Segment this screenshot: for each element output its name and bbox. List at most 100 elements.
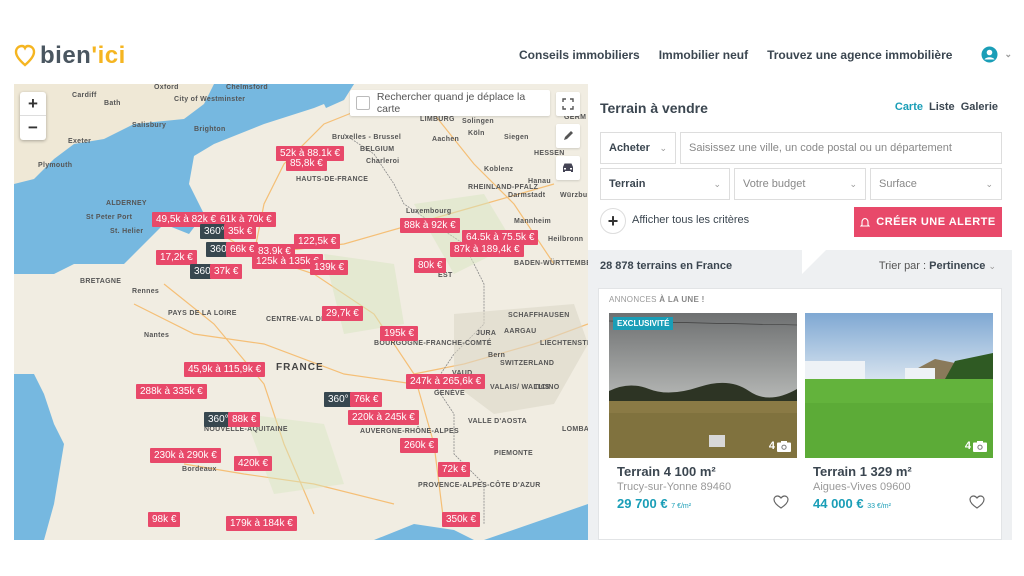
listing-title[interactable]: Terrain 1 329 m²: [813, 464, 993, 479]
listing-title[interactable]: Terrain 4 100 m²: [617, 464, 797, 479]
surface-select[interactable]: Surface ⌄: [870, 168, 1002, 200]
search-on-move-checkbox[interactable]: [356, 96, 370, 110]
price-marker[interactable]: 220k à 245k €: [348, 410, 419, 425]
header: bien'ici Conseils immobiliers Immobilier…: [0, 0, 1024, 84]
listing-photo[interactable]: 4: [805, 313, 993, 458]
price-marker[interactable]: 350k €: [442, 512, 481, 527]
heart-pin-icon: [14, 44, 36, 67]
more-criteria-link[interactable]: Afficher tous les critères: [632, 214, 749, 226]
price-marker[interactable]: 288k à 335k €: [136, 384, 207, 399]
fullscreen-button[interactable]: [556, 92, 580, 116]
create-alert-label: CRÉER UNE ALERTE: [876, 216, 996, 228]
property-type-value: Terrain: [609, 178, 646, 190]
notch-decoration: [802, 250, 826, 274]
place-label: Würzburg: [560, 192, 588, 199]
price-marker[interactable]: 230k à 290k €: [150, 448, 221, 463]
car-icon: [563, 163, 573, 172]
location-placeholder: Saisissez une ville, un code postal ou u…: [689, 142, 952, 154]
price-marker[interactable]: 29,7k €: [322, 306, 363, 321]
price-marker[interactable]: 420k €: [234, 456, 273, 471]
user-menu[interactable]: ⌄: [981, 46, 1012, 63]
view-galerie[interactable]: Galerie: [961, 101, 998, 113]
budget-select[interactable]: Votre budget ⌄: [734, 168, 866, 200]
draw-button[interactable]: [556, 124, 580, 148]
search-on-move-label: Rechercher quand je déplace la carte: [376, 91, 526, 115]
place-label: Charleroi: [366, 158, 400, 165]
sort-select[interactable]: Trier par : Pertinence ⌄: [879, 260, 996, 272]
favorite-heart-icon[interactable]: [969, 495, 985, 509]
price-marker[interactable]: 87k à 189,4k €: [450, 242, 524, 257]
price-marker[interactable]: 37k €: [210, 264, 243, 279]
favorite-heart-icon[interactable]: [773, 495, 789, 509]
search-on-move-toggle[interactable]: Rechercher quand je déplace la carte: [350, 90, 550, 116]
place-label: Siegen: [504, 134, 529, 141]
sort-label: Trier par :: [878, 260, 927, 272]
more-criteria-button[interactable]: +: [600, 208, 626, 234]
view-liste[interactable]: Liste: [929, 101, 955, 113]
price-marker[interactable]: 179k à 184k €: [226, 516, 297, 531]
place-label: BADEN-WÜRTTEMBERG: [514, 260, 588, 267]
price-marker[interactable]: 247k à 265,6k €: [406, 374, 486, 389]
view-switcher: Carte Liste Galerie: [895, 101, 998, 113]
transaction-value: Acheter: [609, 142, 650, 154]
nav-conseils[interactable]: Conseils immobiliers: [519, 48, 640, 62]
price-marker[interactable]: 88k à 92k €: [400, 218, 460, 233]
zoom-in-button[interactable]: +: [20, 92, 46, 116]
place-label: Plymouth: [38, 162, 73, 169]
place-label: Exeter: [68, 138, 92, 145]
nav-immobilier-neuf[interactable]: Immobilier neuf: [659, 48, 748, 62]
property-type-select[interactable]: Terrain ⌄: [600, 168, 730, 200]
listing-city: Trucy-sur-Yonne 89460: [617, 481, 732, 493]
logo[interactable]: bien'ici: [14, 42, 126, 70]
place-label: Salisbury: [132, 122, 167, 129]
chevron-down-icon: ⌄: [1004, 49, 1012, 59]
map[interactable]: Oxford Chelmsford Cardiff City of Westminst…: [14, 84, 588, 540]
top-nav: Conseils immobiliers Immobilier neuf Tro…: [519, 46, 1012, 63]
price-marker[interactable]: 35k €: [224, 224, 257, 239]
place-label: Darmstadt: [508, 192, 546, 199]
logo-text: bien'ici: [40, 42, 126, 69]
exclusive-badge: EXCLUSIVITÉ: [613, 317, 674, 330]
place-label: Solingen: [462, 118, 494, 125]
price-marker[interactable]: 195k €: [380, 326, 419, 341]
listing-card[interactable]: EXCLUSIVITÉ 4 Terrain 4 100 m² Trucy-sur…: [609, 313, 797, 511]
place-label: PROVENCE-ALPES-CÔTE D'AZUR: [418, 482, 541, 489]
price-marker[interactable]: 45,9k à 115,9k €: [184, 362, 266, 377]
fullscreen-icon: [562, 98, 574, 110]
price-marker[interactable]: 88k €: [228, 412, 261, 427]
location-input[interactable]: Saisissez une ville, un code postal ou u…: [680, 132, 1002, 164]
place-label: Nantes: [144, 332, 170, 339]
sort-value: Pertinence: [929, 260, 986, 272]
price-marker[interactable]: 85,8k €: [286, 156, 327, 171]
price-marker[interactable]: 72k €: [438, 462, 471, 477]
place-label: St Peter Port: [86, 214, 133, 221]
price-marker[interactable]: 17,2k €: [156, 250, 197, 265]
zoom-out-button[interactable]: −: [20, 116, 46, 140]
create-alert-button[interactable]: CRÉER UNE ALERTE: [854, 207, 1002, 237]
nav-trouvez-agence[interactable]: Trouvez une agence immobilière: [767, 48, 952, 62]
view-carte[interactable]: Carte: [895, 101, 923, 113]
place-label: Cardiff: [72, 92, 97, 99]
place-label: St. Helier: [110, 228, 144, 235]
photo-count: 4: [965, 440, 987, 452]
listing-card[interactable]: 4 Terrain 1 329 m² Aigues-Vives 09600 44…: [805, 313, 993, 511]
price-marker[interactable]: 260k €: [400, 438, 439, 453]
price-marker[interactable]: 76k €: [350, 392, 383, 407]
bell-icon: [860, 217, 871, 227]
page-title: Terrain à vendre: [600, 100, 708, 116]
place-label: LOMBARDIA: [562, 426, 588, 433]
place-label: Oxford: [154, 84, 179, 91]
price-marker[interactable]: 98k €: [148, 512, 181, 527]
transaction-select[interactable]: Acheter ⌄: [600, 132, 676, 164]
place-label: GENÈVE: [434, 390, 465, 397]
listing-photo[interactable]: EXCLUSIVITÉ 4: [609, 313, 797, 458]
price-marker[interactable]: 80k €: [414, 258, 447, 273]
place-label: Luxembourg: [406, 208, 452, 215]
price-marker[interactable]: 139k €: [310, 260, 349, 275]
price-marker[interactable]: 122,5k €: [294, 234, 341, 249]
travel-time-button[interactable]: [556, 156, 580, 180]
virtual-tour-marker[interactable]: 360°: [324, 392, 353, 407]
place-label: Aachen: [432, 136, 460, 143]
place-label: Bordeaux: [182, 466, 217, 473]
listing-city: Aigues-Vives 09600: [813, 481, 911, 493]
